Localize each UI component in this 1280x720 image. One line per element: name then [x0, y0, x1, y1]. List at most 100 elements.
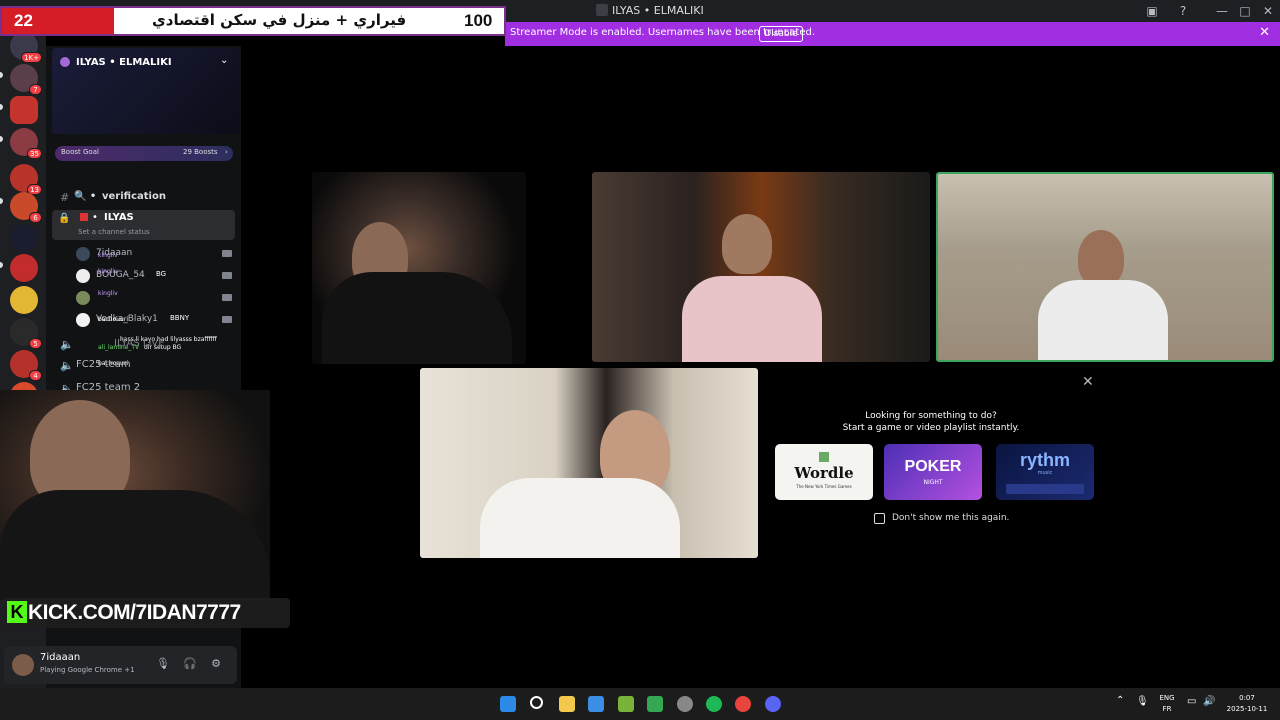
windows-start-icon[interactable]: [500, 696, 516, 712]
channel-ilyas[interactable]: 🔒 • ILYAS Set a channel status: [52, 210, 235, 240]
video-tile[interactable]: [592, 172, 930, 362]
app-icon[interactable]: [677, 696, 693, 712]
activity-title: Looking for something to do? Start a gam…: [760, 410, 1102, 434]
network-icon[interactable]: ▭: [1187, 696, 1196, 707]
search-icon[interactable]: [530, 696, 543, 709]
disable-streamer-mode-button[interactable]: Disable: [759, 26, 803, 42]
app-icon[interactable]: [618, 696, 634, 712]
speaker-icon: 🔈: [60, 338, 74, 351]
poker-night-activity-card[interactable]: POKER NIGHT: [884, 444, 982, 500]
channel-name: verification: [102, 191, 166, 202]
avatar[interactable]: [12, 654, 34, 676]
server-icon[interactable]: 5: [10, 318, 42, 349]
microphone-icon[interactable]: 🎙: [1136, 696, 1149, 707]
card-sub: music: [1037, 470, 1053, 476]
play-icon[interactable]: [647, 696, 663, 712]
counter-left-value: 22: [2, 8, 114, 34]
activity-suggestion-panel: ✕ Looking for something to do? Start a g…: [760, 368, 1102, 558]
help-icon[interactable]: ?: [1175, 3, 1191, 19]
streamer-webcam: [0, 390, 270, 600]
server-icon[interactable]: [10, 286, 38, 314]
minimize-icon[interactable]: —: [1214, 3, 1230, 19]
clock-time[interactable]: 0:07: [1226, 694, 1268, 702]
server-header[interactable]: ILYAS • ELMALIKI ⌄: [54, 54, 234, 72]
settings-gear-icon[interactable]: ⚙: [208, 656, 224, 672]
kick-logo-icon: K: [7, 601, 27, 623]
video-tile[interactable]: [312, 172, 526, 364]
chevron-down-icon[interactable]: ⌄: [220, 55, 228, 66]
taskbar: ⌃ 🎙 ENG FR ▭ 🔊 0:07 2025-10-11: [0, 688, 1280, 720]
person-body: [0, 490, 270, 600]
flag-icon: [80, 213, 88, 221]
channel-prefix: •: [92, 212, 98, 223]
file-explorer-icon[interactable]: [559, 696, 575, 712]
boost-count: 29 Boosts: [183, 148, 218, 156]
unread-pill: [0, 262, 3, 268]
unread-badge: 6: [29, 212, 42, 223]
rythm-activity-card[interactable]: rythm music: [996, 444, 1094, 500]
wordle-activity-card[interactable]: Wordle The New York Times Games: [775, 444, 873, 500]
video-tile-speaking[interactable]: [936, 172, 1274, 362]
lock-icon: 🔒: [58, 213, 71, 224]
store-icon[interactable]: [588, 696, 604, 712]
unread-pill: [0, 72, 3, 78]
hashtag-icon: #: [60, 191, 70, 204]
headphones-icon[interactable]: 🎧: [182, 656, 198, 672]
unread-badge: 4: [29, 370, 42, 381]
channel-verification[interactable]: # 🔍 • verification: [56, 189, 234, 207]
chat-user: kingliv: [98, 290, 118, 297]
server-icon[interactable]: 7: [10, 64, 42, 95]
language-bottom[interactable]: FR: [1156, 705, 1178, 713]
voice-channel[interactable]: 🔈 FC25 team: [56, 357, 234, 375]
server-icon[interactable]: 6: [10, 192, 42, 223]
server-icon[interactable]: 13: [10, 164, 42, 195]
voice-channel[interactable]: 🔈 ILYAS LIVE: [56, 336, 234, 354]
server-icon[interactable]: [10, 254, 38, 282]
dont-show-checkbox[interactable]: [874, 513, 885, 524]
person-body: [1038, 280, 1168, 360]
server-icon[interactable]: 35: [10, 128, 42, 159]
card-label: rythm: [1019, 450, 1070, 470]
banner-close-icon[interactable]: ✕: [1259, 25, 1270, 40]
activity-title-line2: Start a game or video playlist instantly…: [842, 423, 1020, 433]
server-icon[interactable]: 1K+: [10, 32, 42, 63]
chat-user: bachouuri: [98, 316, 128, 323]
counter-right-value: 100: [464, 11, 493, 30]
discord-icon[interactable]: [765, 696, 781, 712]
close-window-icon[interactable]: ✕: [1260, 3, 1276, 19]
server-icon[interactable]: [10, 224, 38, 252]
stream-counter-overlay: 22 فيراري + منزل في سكن اقتصادي 100: [0, 6, 506, 36]
person-head: [722, 214, 772, 274]
boost-goal-bar[interactable]: Boost Goal 29 Boosts ›: [55, 146, 233, 161]
speaker-icon: 🔈: [60, 359, 74, 372]
maximize-icon[interactable]: □: [1237, 3, 1253, 19]
inbox-icon[interactable]: ▣: [1144, 3, 1160, 19]
preview-strip: [1006, 484, 1084, 494]
wordle-grid-icon: [819, 452, 829, 462]
unread-badge: 1K+: [21, 52, 42, 63]
server-icon[interactable]: 4: [10, 350, 42, 381]
person-body: [480, 478, 680, 558]
boost-gem-icon: [60, 57, 70, 67]
window-title: ILYAS • ELMALIKI: [612, 4, 704, 17]
avatar: [76, 313, 90, 327]
channel-name: ILYAS: [104, 212, 134, 223]
video-tile[interactable]: [420, 368, 758, 558]
language-top[interactable]: ENG: [1156, 694, 1178, 702]
server-icon[interactable]: [10, 96, 38, 124]
close-icon[interactable]: ✕: [1082, 374, 1094, 390]
avatar: [76, 291, 90, 305]
unread-pill: [0, 104, 3, 110]
chevron-up-icon[interactable]: ⌃: [1116, 695, 1124, 706]
card-sub: NIGHT: [923, 479, 943, 486]
volume-icon[interactable]: 🔊: [1203, 696, 1215, 707]
channel-prefix: 🔍 •: [74, 191, 97, 202]
spotify-icon[interactable]: [706, 696, 722, 712]
microphone-icon[interactable]: 🎙: [155, 656, 171, 672]
clock-date[interactable]: 2025-10-11: [1222, 705, 1272, 713]
activity-title-line1: Looking for something to do?: [865, 411, 997, 421]
avatar: [76, 269, 90, 283]
streamer-mode-banner: Streamer Mode is enabled. Usernames have…: [505, 22, 1280, 46]
channel-status[interactable]: Set a channel status: [78, 228, 150, 236]
chrome-icon[interactable]: [735, 696, 751, 712]
